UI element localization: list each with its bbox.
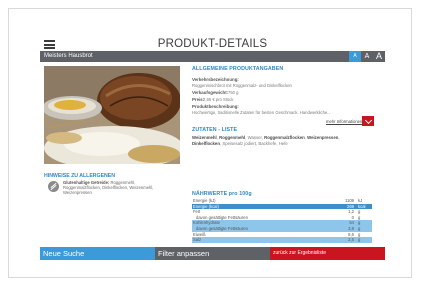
more-info-chevron-icon[interactable] [362,116,374,126]
designation-value: Roggenmischbrot mit Roggenmalz- und Dink… [192,82,292,88]
designation-label: Verkehrsbezeichnung: [192,77,239,82]
font-size-medium-button[interactable]: A [361,51,373,62]
kiosk-screen: PRODUKT-DETAILS Meisters Hausbrot A A A [40,38,385,260]
allergen-heading: HINWEISE ZU ALLERGENEN [44,173,115,179]
ingredients-list: Weizenmehl, Roggenmehl, Wasser, Roggenma… [192,135,362,146]
weight-label: Verkaufsgewicht: [192,90,229,95]
allergen-text: Glutenhaltige Getreide: Roggenmehl, Rogg… [63,180,173,196]
ingredient-item: Roggenmehl [219,135,246,140]
price-value: 2,95 € pro Stück [203,97,234,103]
nutrition-table: Energie (kJ) 1109 kJ Energie (kcal) 269 kcal F… [192,198,372,243]
font-size-small-button[interactable]: A [349,51,361,62]
ingredient-item: Roggenmalzflocken [264,135,305,140]
ingredient-item: , [338,135,340,140]
filter-button[interactable]: Filter anpassen [155,247,270,260]
ingredient-item: , Wasser, [245,135,265,140]
product-photo [44,66,180,164]
ingredient-item: , Speisesalz jodiert, Backhefe, Hefe [219,140,288,146]
back-to-results-button[interactable]: zurück zur Ergebnisliste [270,247,385,260]
nutrient-value: 2,5 [348,237,354,243]
ingredient-item: Weizenmehl [192,135,217,140]
weight-value: 750 g [228,90,239,96]
ingredient-item: Weizenpressen [307,135,339,140]
ingredients-heading: ZUTATEN - LISTE [192,127,238,133]
new-search-button[interactable]: Neue Suche [40,247,155,260]
description-value: Hochwertige, traditionelle Zutaten für b… [192,109,331,115]
nutrition-row: Salz 2,5 g [192,237,372,243]
ingredient-item: Dinkelflocken [192,140,220,146]
description-label: Produktbeschreibung: [192,104,239,109]
bottom-nav: Neue Suche Filter anpassen zurück zur Er… [40,247,385,260]
nutrition-heading: NÄHRWERTE pro 100g [192,191,252,197]
product-name: Meisters Hausbrot [44,53,93,59]
font-size-switcher: A A A [349,51,385,62]
page-title: PRODUKT-DETAILS [157,38,268,50]
title-bar: PRODUKT-DETAILS [40,38,385,51]
general-info-heading: ALLGEMEINE PRODUKTANGABEN [192,66,284,72]
font-size-large-button[interactable]: A [373,51,385,62]
more-info-link[interactable]: mehr Informationen [326,119,362,124]
gluten-icon [48,181,59,192]
nutrient-name: Salz [193,237,202,243]
product-name-bar: Meisters Hausbrot A A A [40,51,385,62]
nutrient-unit: g [358,237,361,243]
